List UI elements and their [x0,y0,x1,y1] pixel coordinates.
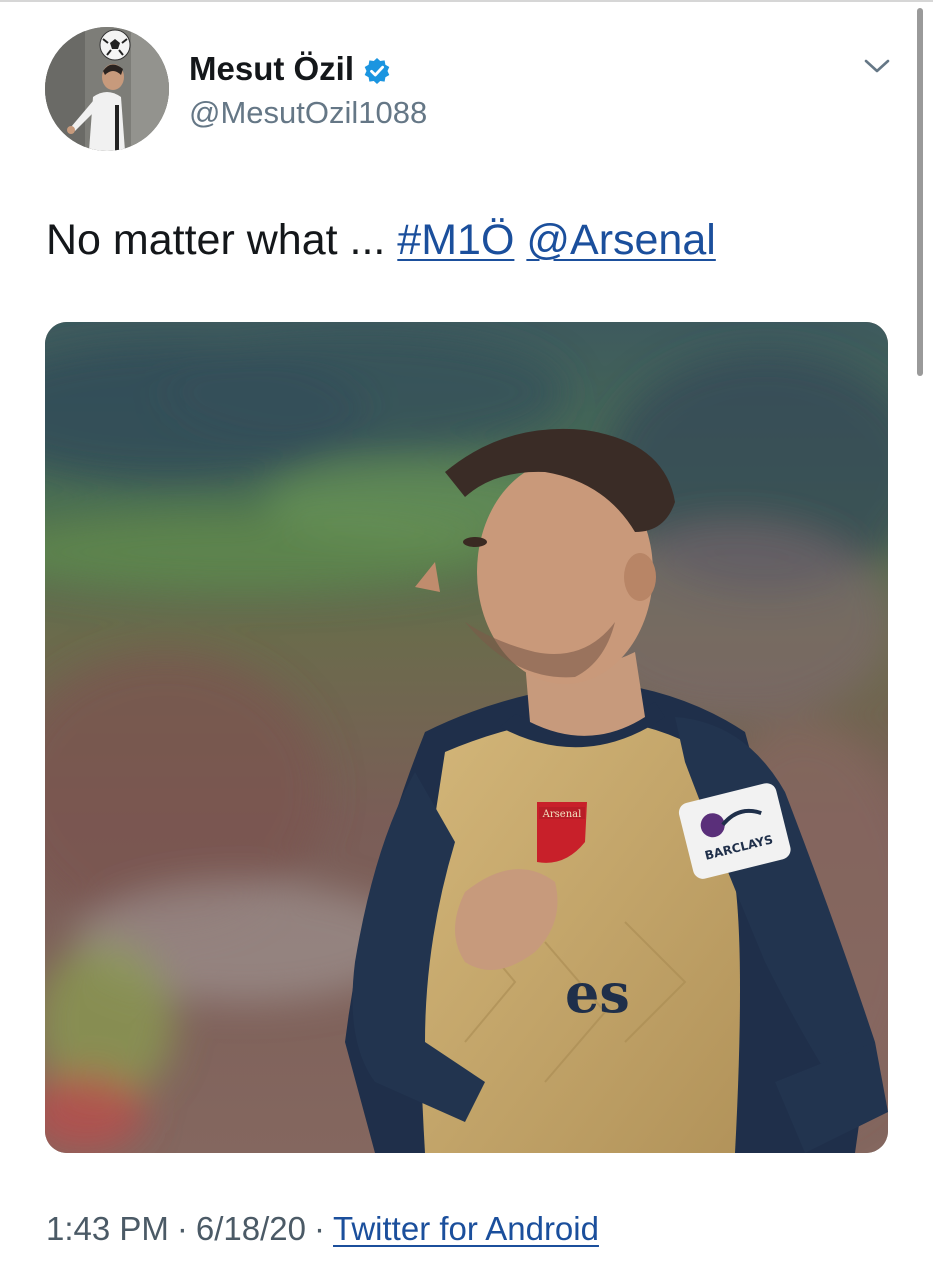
tweet-source-link[interactable]: Twitter for Android [333,1210,599,1247]
tweet-text-plain: No matter what ... [46,216,398,264]
meta-separator: · [314,1210,326,1247]
top-divider [0,0,933,2]
verified-badge-icon [363,55,391,84]
author-display-name-row[interactable]: Mesut Özil [189,50,391,88]
tweet-text: No matter what ... #M1Ö @Arsenal [46,214,716,266]
author-display-name[interactable]: Mesut Özil [189,50,354,88]
tweet-media-photo[interactable]: Arsenal es BARCLAYS [45,322,888,1153]
meta-separator: · [176,1210,188,1247]
tweet-date[interactable]: 6/18/20 [196,1210,306,1247]
author-avatar[interactable] [45,27,169,151]
sponsor-text: es [565,961,630,1025]
author-handle[interactable]: @MesutOzil1088 [189,95,427,131]
scrollbar-thumb[interactable] [917,8,923,376]
tweet-time[interactable]: 1:43 PM [46,1210,169,1247]
tweet-meta: 1:43 PM · 6/18/20 · Twitter for Android [46,1209,599,1249]
hashtag-link[interactable]: #M1Ö [397,216,514,264]
chevron-down-icon[interactable] [862,54,892,78]
mention-link[interactable]: @Arsenal [526,216,715,264]
badge-text: Arsenal [542,809,582,820]
